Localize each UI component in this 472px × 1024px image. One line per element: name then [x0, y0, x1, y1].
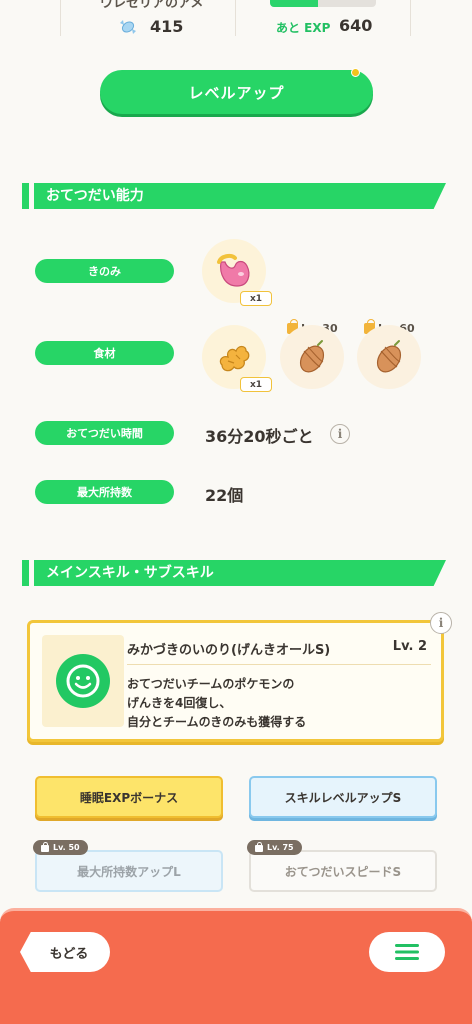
candy-name: ウレセリアのアメ — [100, 0, 204, 11]
main-skill-card[interactable]: みかづきのいのり(げんきオールS) Lv. 2 おてつだいチームのポケモンの げ… — [27, 620, 444, 742]
hamburger-menu-icon — [395, 944, 419, 960]
section-header-helping: おてつだい能力 — [22, 183, 446, 209]
cacao-icon — [376, 340, 402, 373]
max-carry-value: 22個 — [205, 486, 244, 505]
exp-progress-bar — [270, 0, 376, 7]
section-title: おてつだい能力 — [34, 183, 446, 209]
back-button[interactable]: もどる — [20, 932, 110, 972]
level-up-button[interactable]: レベルアップ — [100, 70, 373, 114]
cacao-icon — [299, 340, 325, 373]
exp-progress-fill — [270, 0, 318, 7]
candy-icon — [120, 20, 136, 34]
lock-icon — [255, 842, 263, 852]
divider — [60, 0, 61, 36]
info-icon[interactable]: i — [430, 612, 452, 634]
berry-quantity-badge: x1 — [240, 291, 272, 306]
help-time-value: 36分20秒ごと — [205, 427, 314, 446]
row-label-help-time: おてつだい時間 — [35, 421, 174, 445]
divider — [235, 0, 236, 36]
skill-icon-frame — [42, 635, 124, 727]
sub-skill-1[interactable]: 睡眠EXPボーナス — [35, 776, 223, 818]
divider — [127, 664, 431, 665]
divider — [410, 0, 411, 36]
exp-label: あと EXP — [276, 21, 331, 35]
top-stats: ウレセリアのアメ 415 あと EXP 640 — [0, 0, 472, 40]
lock-icon — [41, 842, 49, 852]
row-label-ingredients: 食材 — [35, 341, 174, 365]
exp-remaining: 640 — [339, 16, 373, 35]
candy-count: 415 — [150, 17, 184, 36]
ingredient-slot-2[interactable] — [280, 325, 344, 389]
ginger-icon — [219, 345, 250, 372]
notification-dot — [351, 68, 360, 77]
menu-button[interactable] — [369, 932, 445, 972]
sub-skill-3[interactable]: 最大所持数アップL — [35, 850, 223, 892]
sub-skill-2[interactable]: スキルレベルアップS — [249, 776, 437, 818]
smiley-skill-icon — [56, 654, 110, 708]
berry-icon — [217, 253, 250, 287]
main-skill-description: おてつだいチームのポケモンの げんきを4回復し、 自分とチームのきのみも獲得する — [127, 677, 307, 729]
section-title: メインスキル・サブスキル — [34, 560, 446, 586]
sub-skill-lock-badge: Lv. 75 — [247, 840, 302, 855]
sub-skill-4[interactable]: おてつだいスピードS — [249, 850, 437, 892]
section-header-skills: メインスキル・サブスキル — [22, 560, 446, 586]
info-icon[interactable]: i — [330, 424, 350, 444]
ingredient-slot-3[interactable] — [357, 325, 421, 389]
main-skill-level: Lv. 2 — [392, 639, 427, 654]
main-skill-name: みかづきのいのり(げんきオールS) — [127, 643, 331, 658]
ingredient-quantity-badge: x1 — [240, 377, 272, 392]
sub-skill-lock-badge: Lv. 50 — [33, 840, 88, 855]
row-label-berry: きのみ — [35, 259, 174, 283]
row-label-max-carry: 最大所持数 — [35, 480, 174, 504]
